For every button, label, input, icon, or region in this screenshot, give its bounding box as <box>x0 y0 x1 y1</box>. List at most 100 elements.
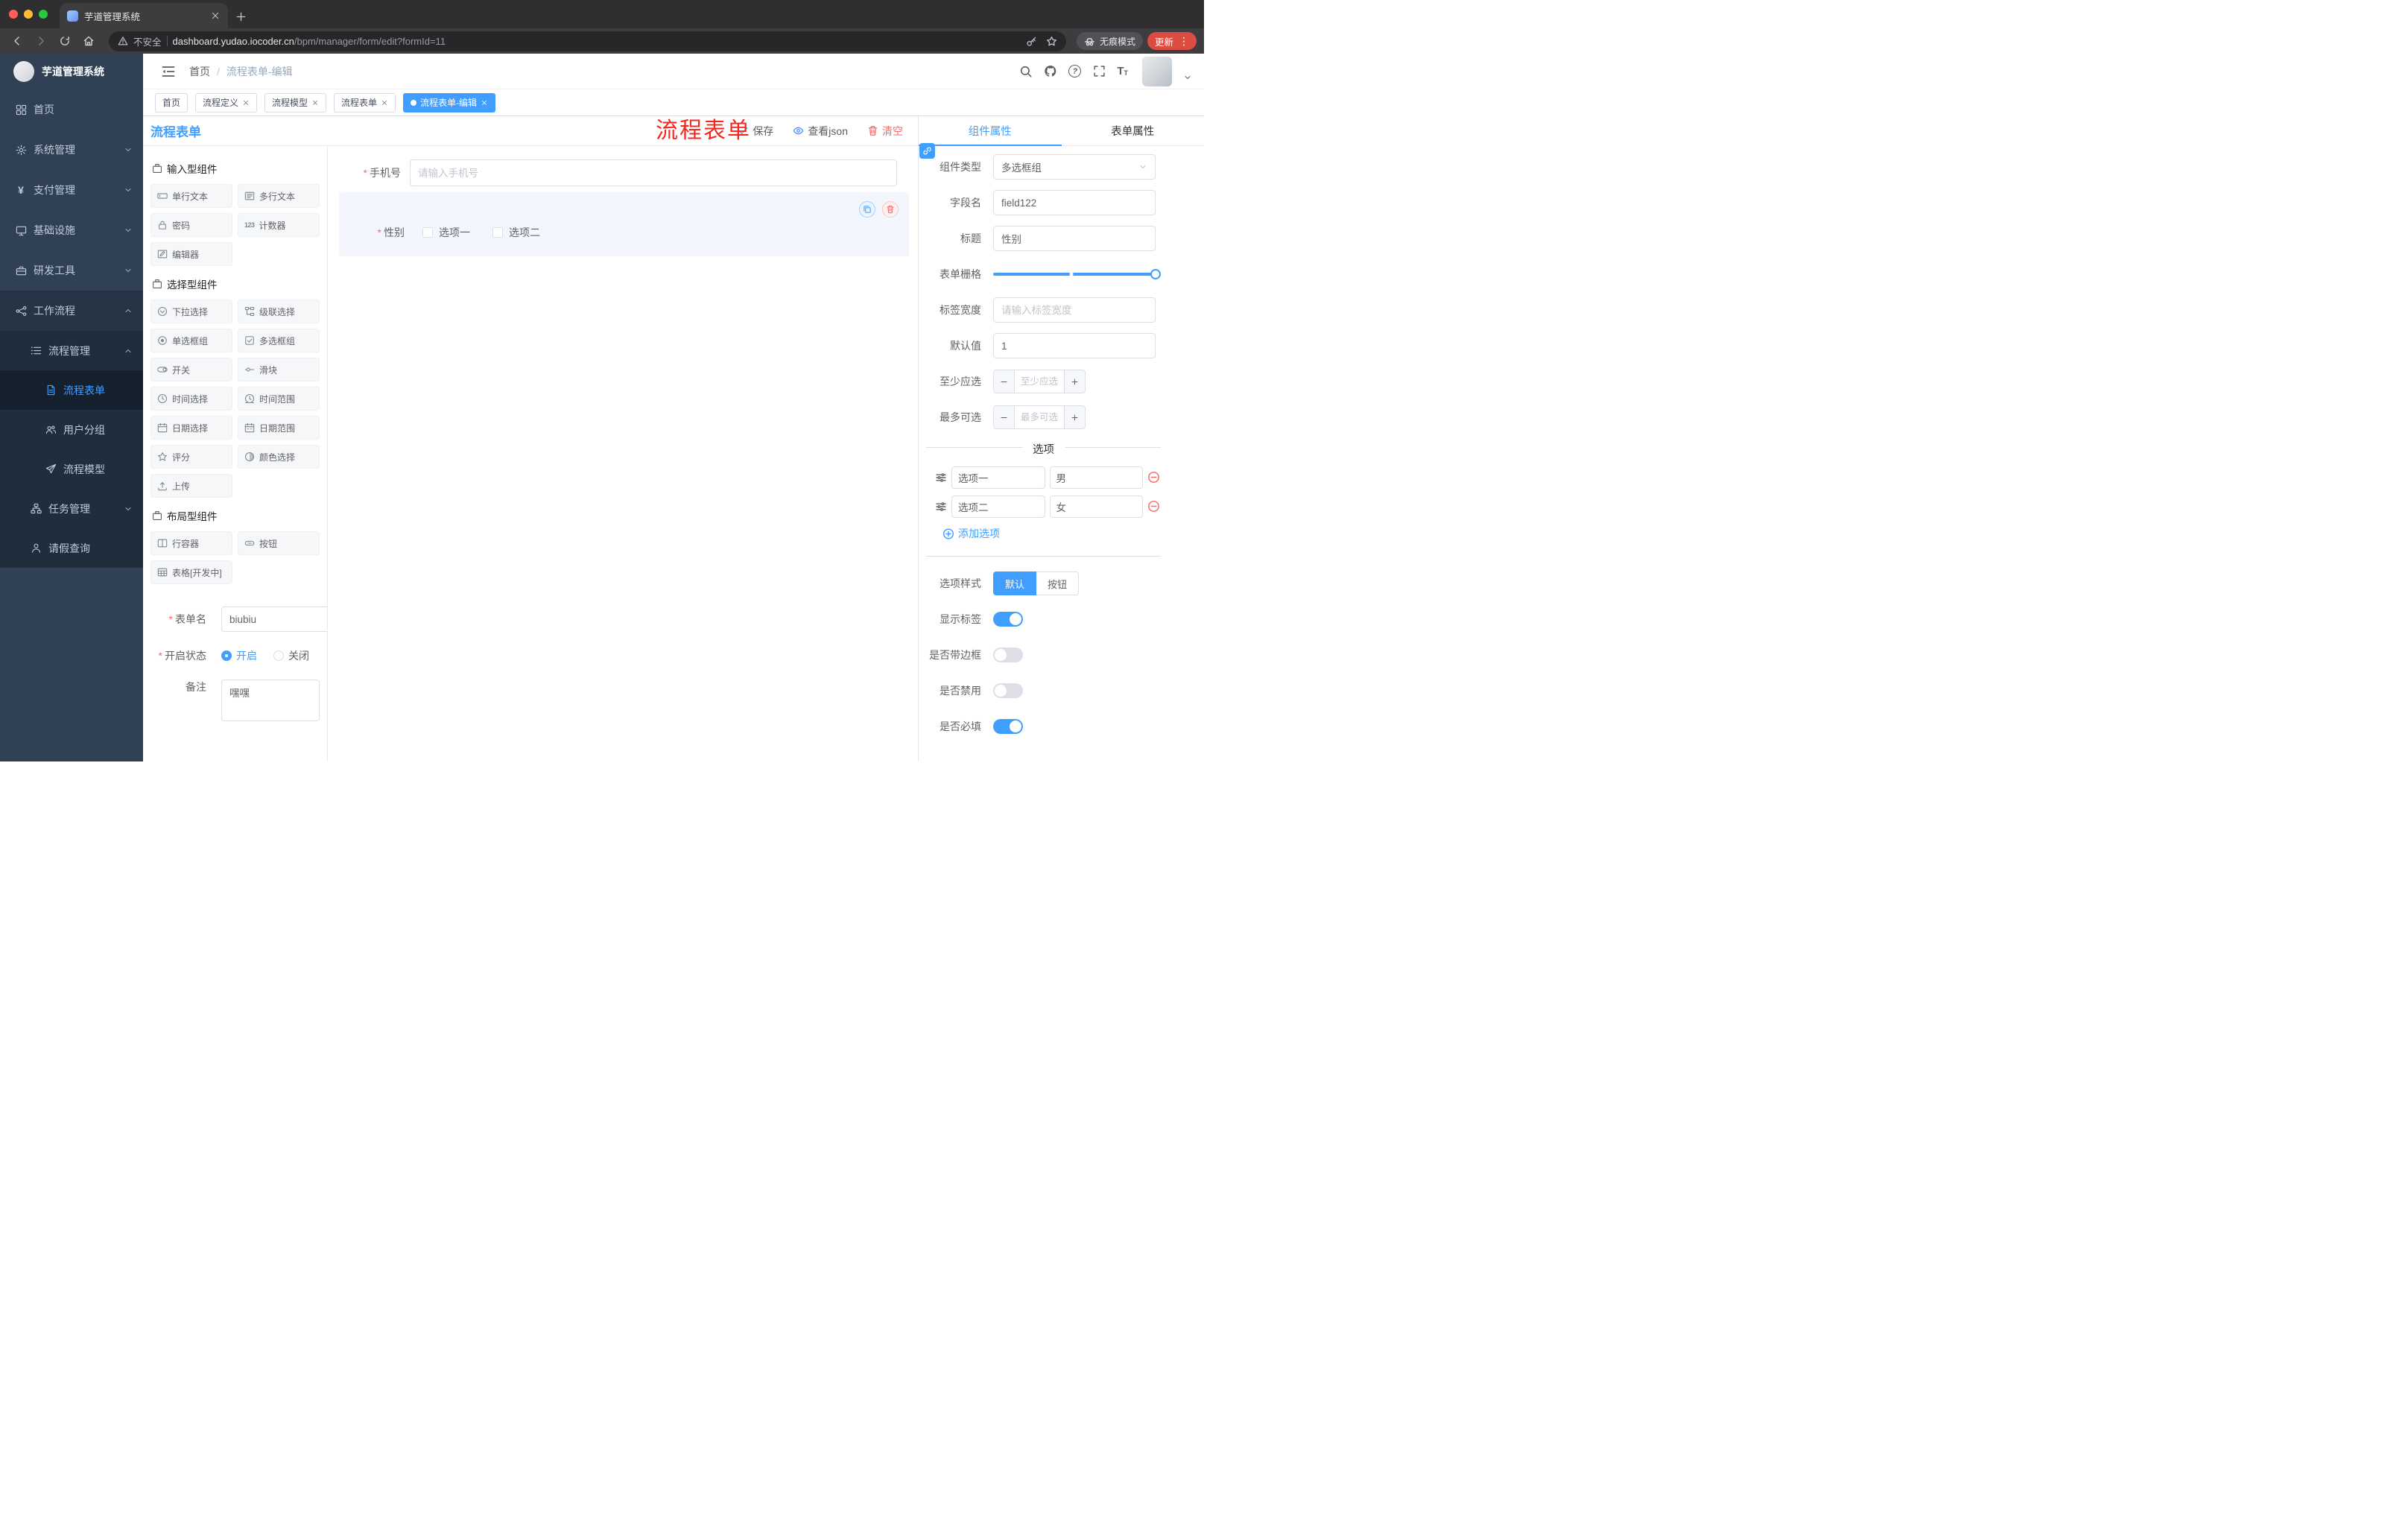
palette-item-input[interactable]: 单行文本 <box>150 184 232 208</box>
remark-textarea[interactable]: 嘿嘿 <box>221 680 320 721</box>
tag-close-icon[interactable] <box>242 99 250 107</box>
sidebar-item-user-group[interactable]: 用户分组 <box>0 410 143 449</box>
sidebar-item-dev-tools[interactable]: 研发工具 <box>0 250 143 291</box>
palette-item-date-picker[interactable]: 日期选择 <box>150 416 232 440</box>
min-select-input[interactable] <box>1015 370 1064 393</box>
min-increase-button[interactable] <box>1064 370 1085 393</box>
form-name-input[interactable] <box>221 607 327 632</box>
palette-item-number[interactable]: 123 计数器 <box>238 213 320 237</box>
drag-handle-icon[interactable] <box>935 501 947 513</box>
palette-item-color-picker[interactable]: 颜色选择 <box>238 445 320 469</box>
help-icon[interactable]: ? <box>1068 65 1082 77</box>
add-option-button[interactable]: 添加选项 <box>942 526 1204 541</box>
palette-item-upload[interactable]: 上传 <box>150 474 232 498</box>
palette-item-editor[interactable]: 编辑器 <box>150 242 232 266</box>
font-size-icon[interactable]: TT <box>1117 66 1128 77</box>
option-value-input[interactable] <box>1049 495 1143 518</box>
max-select-input[interactable] <box>1015 406 1064 428</box>
bookmark-star-icon[interactable] <box>1046 36 1057 47</box>
tab-close-icon[interactable] <box>210 10 221 21</box>
palette-item-cascader[interactable]: 级联选择 <box>238 300 320 323</box>
address-bar[interactable]: 不安全 dashboard.yudao.iocoder.cn/bpm/manag… <box>109 31 1066 51</box>
canvas-field-phone[interactable]: * 手机号 <box>328 159 918 186</box>
field-name-input[interactable] <box>993 190 1156 215</box>
sidebar-item-process-management[interactable]: 流程管理 <box>0 331 143 370</box>
remove-option-button[interactable] <box>1147 471 1161 484</box>
drag-handle-icon[interactable] <box>935 472 947 484</box>
palette-item-button[interactable]: 按钮 <box>238 531 320 555</box>
palette-item-time-range[interactable]: 时间范围 <box>238 387 320 411</box>
sidebar-item-process-model[interactable]: 流程模型 <box>0 449 143 489</box>
style-button-button[interactable]: 按钮 <box>1036 571 1080 595</box>
new-tab-button[interactable] <box>235 11 247 22</box>
tab-component-props[interactable]: 组件属性 <box>919 116 1062 146</box>
palette-item-textarea[interactable]: 多行文本 <box>238 184 320 208</box>
disabled-switch[interactable] <box>993 683 1023 698</box>
fullscreen-icon[interactable] <box>1092 65 1106 78</box>
window-close-button[interactable] <box>9 10 18 19</box>
copy-field-button[interactable] <box>859 201 875 218</box>
palette-item-rate[interactable]: 评分 <box>150 445 232 469</box>
palette-item-radio-group[interactable]: 单选框组 <box>150 329 232 352</box>
status-off-radio[interactable]: 关闭 <box>273 648 309 663</box>
gender-option2-checkbox[interactable]: 选项二 <box>492 225 540 240</box>
palette-item-checkbox-group[interactable]: 多选框组 <box>238 329 320 352</box>
window-zoom-button[interactable] <box>39 10 48 19</box>
reload-button[interactable] <box>55 31 75 51</box>
min-decrease-button[interactable] <box>994 370 1015 393</box>
breadcrumb-home[interactable]: 首页 <box>189 64 210 79</box>
github-icon[interactable] <box>1044 65 1057 78</box>
option-value-input[interactable] <box>1049 466 1143 489</box>
gender-option1-checkbox[interactable]: 选项一 <box>422 225 470 240</box>
palette-item-switch[interactable]: 开关 <box>150 358 232 381</box>
forward-button[interactable] <box>31 31 51 51</box>
link-badge-icon[interactable] <box>919 143 935 159</box>
tag-process-model[interactable]: 流程模型 <box>264 92 327 113</box>
tag-process-form[interactable]: 流程表单 <box>334 92 396 113</box>
clear-button[interactable]: 清空 <box>867 124 903 139</box>
browser-menu-icon[interactable]: ⋮ <box>1179 36 1189 46</box>
home-button[interactable] <box>79 31 98 51</box>
search-icon[interactable] <box>1019 65 1033 78</box>
default-value-input[interactable] <box>993 333 1156 358</box>
sidebar-item-workflow[interactable]: 工作流程 <box>0 291 143 331</box>
password-key-icon[interactable] <box>1026 36 1037 47</box>
max-increase-button[interactable] <box>1064 406 1085 428</box>
status-on-radio[interactable]: 开启 <box>221 648 257 663</box>
palette-item-slider[interactable]: 滑块 <box>238 358 320 381</box>
palette-item-table[interactable]: 表格[开发中] <box>150 560 232 584</box>
slider-handle[interactable] <box>1150 269 1161 279</box>
sidebar-item-task-management[interactable]: 任务管理 <box>0 489 143 528</box>
browser-update-button[interactable]: 更新 ⋮ <box>1147 32 1197 50</box>
tag-close-icon[interactable] <box>381 99 388 107</box>
palette-item-row-container[interactable]: 行容器 <box>150 531 232 555</box>
avatar-caret-icon[interactable] <box>1183 73 1192 82</box>
sidebar-item-process-form[interactable]: 流程表单 <box>0 370 143 410</box>
sidebar-item-leave-query[interactable]: 请假查询 <box>0 528 143 568</box>
max-decrease-button[interactable] <box>994 406 1015 428</box>
label-width-input[interactable] <box>993 297 1156 323</box>
canvas-field-gender-selected[interactable]: * 性别 选项一 选项二 <box>339 192 909 256</box>
palette-item-date-range[interactable]: 日期范围 <box>238 416 320 440</box>
palette-item-time-picker[interactable]: 时间选择 <box>150 387 232 411</box>
window-minimize-button[interactable] <box>24 10 33 19</box>
sidebar-item-home[interactable]: 首页 <box>0 89 143 130</box>
palette-item-password[interactable]: 密码 <box>150 213 232 237</box>
remove-option-button[interactable] <box>1147 500 1161 513</box>
tag-process-definition[interactable]: 流程定义 <box>195 92 258 113</box>
view-json-button[interactable]: 查看json <box>793 124 848 139</box>
sidebar-item-payment[interactable]: ¥ 支付管理 <box>0 170 143 210</box>
browser-tab[interactable]: 芋道管理系统 <box>60 3 228 28</box>
border-switch[interactable] <box>993 647 1023 662</box>
app-logo[interactable]: 芋道管理系统 <box>0 54 143 89</box>
tag-process-form-edit[interactable]: 流程表单-编辑 <box>403 92 496 113</box>
form-canvas[interactable]: *手机号 *性别 <box>328 146 918 762</box>
sidebar-item-infrastructure[interactable]: 基础设施 <box>0 210 143 250</box>
title-input[interactable] <box>993 226 1156 251</box>
delete-field-button[interactable] <box>882 201 899 218</box>
option-label-input[interactable] <box>951 495 1045 518</box>
user-avatar[interactable] <box>1142 56 1172 86</box>
max-select-stepper[interactable] <box>993 405 1086 429</box>
option-label-input[interactable] <box>951 466 1045 489</box>
tag-close-icon[interactable] <box>311 99 319 107</box>
